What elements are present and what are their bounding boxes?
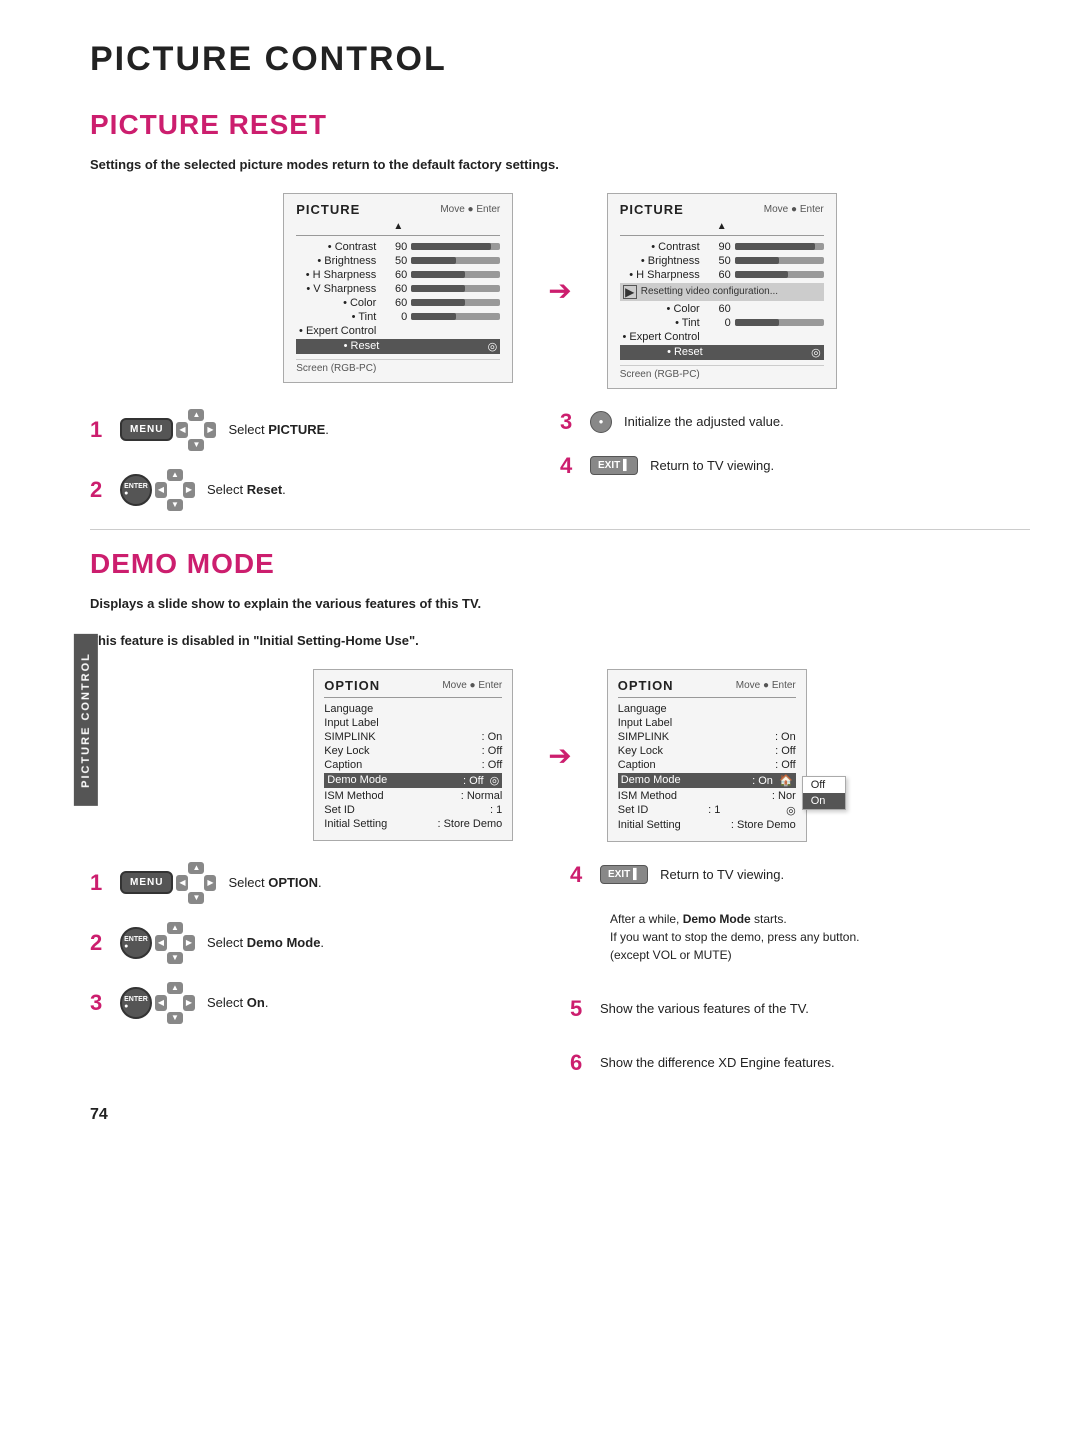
demo-step-4-desc: After a while, Demo Mode starts.If you w…	[610, 910, 1030, 964]
enter-button-step2[interactable]: ENTER●	[120, 474, 152, 506]
step-4: 4 EXIT ▌ Return to TV viewing.	[560, 453, 1030, 479]
screen-right-nav: Move ● Enter	[764, 204, 824, 215]
demo-step-3-text: Select On.	[207, 995, 268, 1010]
side-tab: PICTURE CONTROL	[74, 634, 98, 806]
enter-button-demo-step3[interactable]: ENTER●	[120, 987, 152, 1019]
enter-button-step3[interactable]: ●	[590, 411, 612, 433]
demo-mode-row-left: Demo Mode : Off ◎	[324, 773, 502, 788]
picture-screen-left: PICTURE Move ● Enter ▲ • Contrast90 • Br…	[283, 193, 513, 383]
row-hsharpness-label: • H Sharpness	[296, 269, 381, 281]
picture-reset-steps: 1 MENU ▲ ◀ ▶ ▼ Select PICTURE.	[90, 409, 1030, 511]
demo-mode-screenshots: OPTION Move ● Enter Language Input Label…	[90, 669, 1030, 842]
screen-left-footer: Screen (RGB-PC)	[296, 359, 500, 374]
section-divider-1	[90, 529, 1030, 530]
screen-left-title: PICTURE	[296, 202, 360, 217]
section2-title: DEMO MODE	[90, 548, 1030, 580]
exit-button-step4[interactable]: EXIT ▌	[590, 456, 638, 475]
exit-button-demo[interactable]: EXIT ▌	[600, 865, 648, 884]
picture-screen-right: PICTURE Move ● Enter ▲ • Contrast90 • Br…	[607, 193, 837, 389]
row-brightness-label: • Brightness	[296, 255, 381, 267]
demo-step-5-text: Show the various features of the TV.	[600, 1001, 809, 1016]
demo-step-4: 4 EXIT ▌ Return to TV viewing.	[570, 862, 1030, 888]
option-screen-right: OPTION Move ● Enter Language Input Label…	[607, 669, 807, 842]
step-2: 2 ENTER● ▲ ◀ ▶ ▼ Select Reset.	[90, 469, 560, 511]
row-tint-label: • Tint	[296, 311, 381, 323]
demo-step-3: 3 ENTER● ▲ ◀ ▶ ▼ Select On.	[90, 982, 550, 1024]
screen-left-nav: Move ● Enter	[440, 204, 500, 215]
demo-step-5: 5 Show the various features of the TV.	[570, 996, 1030, 1022]
demo-mode-popup: Off On	[802, 776, 846, 810]
popup-on-option[interactable]: On	[803, 793, 845, 809]
row-color-label: • Color	[296, 297, 381, 309]
demo-mode-steps: 1 MENU ▲ ◀ ▶ ▼ Select OPTION.	[90, 862, 1030, 1076]
row-reset-label: • Reset	[299, 340, 384, 352]
page-number: 74	[90, 1106, 1030, 1124]
picture-reset-screenshots: PICTURE Move ● Enter ▲ • Contrast90 • Br…	[90, 193, 1030, 389]
step-1-text: Select PICTURE.	[228, 422, 328, 437]
step-1: 1 MENU ▲ ◀ ▶ ▼ Select PICTURE.	[90, 409, 560, 451]
enter-button-demo-step2[interactable]: ENTER●	[120, 927, 152, 959]
option-screen-left: OPTION Move ● Enter Language Input Label…	[313, 669, 513, 841]
section2-desc1: Displays a slide show to explain the var…	[90, 594, 1030, 614]
step-2-text: Select Reset.	[207, 482, 286, 497]
arrow-right-icon-2: ➔	[548, 739, 571, 772]
demo-step-6: 6 Show the difference XD Engine features…	[570, 1050, 1030, 1076]
arrow-right-icon: ➔	[548, 274, 571, 307]
demo-step-1: 1 MENU ▲ ◀ ▶ ▼ Select OPTION.	[90, 862, 550, 904]
row-expert-label: • Expert Control	[296, 325, 381, 337]
step-3-text: Initialize the adjusted value.	[624, 414, 784, 429]
step-4-text: Return to TV viewing.	[650, 458, 774, 473]
section2-desc2: This feature is disabled in "Initial Set…	[90, 631, 1030, 651]
demo-step-1-text: Select OPTION.	[228, 875, 321, 890]
section1-title: PICTURE RESET	[90, 109, 1030, 141]
page-title: PICTURE CONTROL	[90, 40, 1030, 79]
menu-button[interactable]: MENU	[120, 418, 173, 441]
demo-step-4-text: Return to TV viewing.	[660, 867, 784, 882]
menu-button-demo[interactable]: MENU	[120, 871, 173, 894]
demo-mode-row-right: Demo Mode : On 🏠	[618, 773, 796, 788]
demo-step-2: 2 ENTER● ▲ ◀ ▶ ▼ Select Demo Mode.	[90, 922, 550, 964]
demo-step-2-text: Select Demo Mode.	[207, 935, 324, 950]
row-contrast-label: • Contrast	[296, 241, 381, 253]
section1-desc: Settings of the selected picture modes r…	[90, 155, 1030, 175]
row-vsharpness-label: • V Sharpness	[296, 283, 381, 295]
popup-off-option[interactable]: Off	[803, 777, 845, 793]
demo-step-6-text: Show the difference XD Engine features.	[600, 1055, 835, 1070]
screen-right-footer: Screen (RGB-PC)	[620, 365, 824, 380]
step-3: 3 ● Initialize the adjusted value.	[560, 409, 1030, 435]
screen-right-title: PICTURE	[620, 202, 684, 217]
